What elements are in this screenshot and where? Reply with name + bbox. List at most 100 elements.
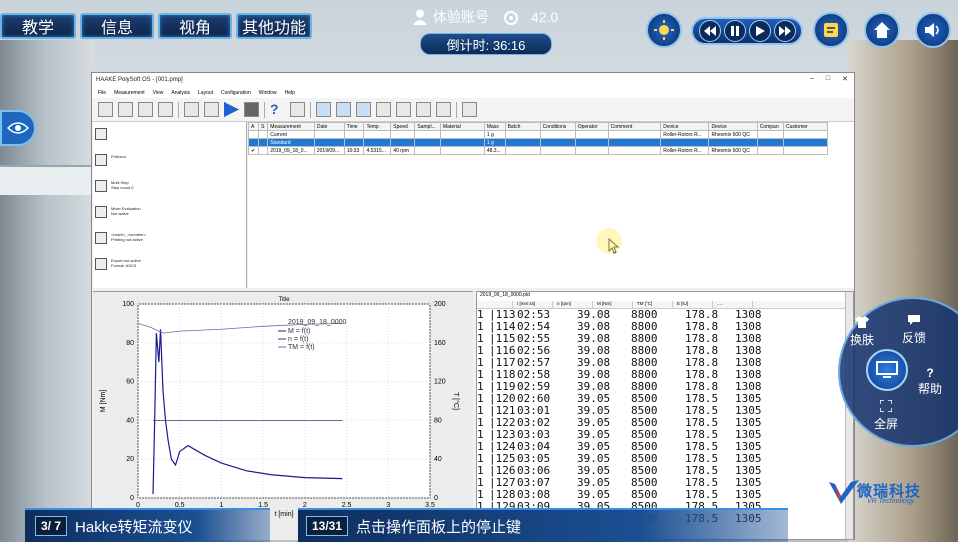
view-1-icon[interactable] — [316, 102, 331, 117]
nav-view-button[interactable]: 视角 — [158, 13, 232, 39]
light-button[interactable] — [646, 12, 682, 48]
workflow-item[interactable]: <batch>_<number> Printing not active — [93, 232, 246, 258]
mixer-icon[interactable] — [204, 102, 219, 117]
column-header[interactable]: Customer — [783, 122, 828, 131]
column-header[interactable]: S — [258, 122, 269, 131]
table-cell: Roller-Rotors R... — [660, 146, 710, 155]
column-header[interactable]: Device — [660, 122, 710, 131]
column-header[interactable]: Mass — [483, 122, 506, 131]
table-cell: 40 rpm — [390, 146, 416, 155]
new-file-icon[interactable] — [98, 102, 113, 117]
note-icon — [824, 23, 838, 37]
view-6-icon[interactable] — [416, 102, 431, 117]
column-header[interactable]: Material — [440, 122, 485, 131]
stop-icon[interactable] — [244, 102, 259, 117]
minimize-button[interactable]: – — [810, 75, 814, 83]
close-button[interactable]: ✕ — [842, 75, 848, 83]
column-header[interactable]: Compan — [756, 122, 785, 131]
screen-toggle-button[interactable] — [866, 349, 908, 391]
table-cell: 4.5315... — [363, 146, 392, 155]
table-cell: 1 g — [483, 138, 506, 147]
table-cell — [574, 138, 609, 147]
nav-info-button[interactable]: 信息 — [80, 13, 154, 39]
play-button[interactable] — [748, 20, 771, 42]
table-cell — [756, 130, 785, 139]
workflow-item[interactable]: Export not active Format: ASCII — [93, 258, 246, 284]
menu-help[interactable]: Help — [285, 90, 295, 96]
notes-button[interactable] — [813, 12, 849, 48]
fullscreen-button[interactable]: 全屏 — [866, 399, 906, 432]
menu-file[interactable]: File — [98, 90, 106, 96]
column-header[interactable]: Conditions — [539, 122, 576, 131]
table-cell — [504, 138, 541, 147]
start-icon[interactable] — [224, 102, 239, 117]
menu-layout[interactable]: Layout — [198, 90, 213, 96]
view-4-icon[interactable] — [376, 102, 391, 117]
y2-tick-label: 80 — [434, 417, 442, 424]
data-column-header[interactable]: TM [°C] — [633, 301, 673, 308]
workflow-item[interactable]: Mixer Evaluation Not active — [93, 206, 246, 232]
rewind-icon — [703, 26, 716, 36]
data-column-header[interactable]: n [rpm] — [553, 301, 593, 308]
nav-more-button[interactable]: 其他功能 — [236, 13, 312, 39]
view-5-icon[interactable] — [396, 102, 411, 117]
menu-analysis[interactable]: Analysis — [171, 90, 190, 96]
column-header[interactable]: Temp — [363, 122, 392, 131]
print-icon[interactable] — [158, 102, 173, 117]
view-3-icon[interactable] — [356, 102, 371, 117]
column-header[interactable]: Speed — [390, 122, 416, 131]
open-file-icon[interactable] — [118, 102, 133, 117]
column-header[interactable]: Device — [708, 122, 758, 131]
table-row[interactable]: ✔ 2019_09_18_0... 2019/09... 10:33 4.5315...… — [247, 146, 828, 155]
workflow-item[interactable]: Multi Step Step count 0 — [93, 180, 246, 206]
workflow-item[interactable] — [93, 128, 246, 154]
table-cell: 10:33 — [343, 146, 365, 155]
skin-button[interactable]: 换肤 — [842, 316, 882, 348]
y2-tick-label: 120 — [434, 379, 446, 386]
column-header[interactable]: Date — [313, 122, 345, 131]
save-icon[interactable] — [138, 102, 153, 117]
view-toggle-button[interactable] — [0, 110, 36, 146]
volume-icon — [925, 23, 939, 37]
column-header[interactable]: A — [247, 122, 260, 131]
workflow-item[interactable]: Protocol — [93, 154, 246, 180]
view-7-icon[interactable] — [436, 102, 451, 117]
brand-logo: 微瑞科技 VR Technology — [827, 478, 957, 512]
rewind-button[interactable] — [698, 20, 721, 42]
data-column-header[interactable]: t [mm:ss] — [513, 301, 553, 308]
y-tick-label: 40 — [126, 417, 134, 424]
feedback-button[interactable]: 反馈 — [894, 314, 934, 346]
volume-button[interactable] — [915, 12, 951, 48]
help-button[interactable]: ? 帮助 — [910, 366, 950, 397]
layout-icon[interactable] — [290, 102, 305, 117]
help-icon[interactable]: ? — [270, 102, 285, 117]
column-header[interactable]: Sampl... — [414, 122, 441, 131]
table-cell — [414, 130, 441, 139]
column-header[interactable]: Measurement — [267, 122, 315, 131]
menu-view[interactable]: View — [153, 90, 164, 96]
data-column-header[interactable]: E [kJ] — [673, 301, 713, 308]
column-header[interactable]: Batch — [504, 122, 541, 131]
calculator-icon[interactable] — [462, 102, 477, 117]
column-header[interactable]: Comment — [607, 122, 662, 131]
device-icon[interactable] — [184, 102, 199, 117]
pause-button[interactable] — [723, 20, 746, 42]
data-column-header[interactable]: M [Nm] — [593, 301, 633, 308]
fast-forward-button[interactable] — [773, 20, 796, 42]
table-row[interactable]: Standard 1 g — [247, 138, 828, 147]
menu-window[interactable]: Window — [259, 90, 277, 96]
data-list-panel: 2019_09_18_0000.pld t [mm:ss] n [rpm] M [N… — [476, 291, 854, 540]
column-header[interactable]: Operator — [574, 122, 609, 131]
home-button[interactable] — [864, 12, 900, 48]
view-2-icon[interactable] — [336, 102, 351, 117]
table-cell — [504, 130, 541, 139]
maximize-button[interactable]: □ — [826, 75, 830, 83]
nav-teaching-button[interactable]: 教学 — [0, 13, 76, 39]
table-row[interactable]: Current 1 g Roller-Rotors R... Rheomix 600 … — [247, 130, 828, 139]
table-cell — [504, 146, 541, 155]
column-header[interactable]: Time — [343, 122, 365, 131]
table-cell: Rheomix 600 QC — [708, 146, 758, 155]
menu-configuration[interactable]: Configuration — [221, 90, 251, 96]
window-titlebar: HAAKE PolySoft OS - [001.pmp] – □ ✕ — [92, 73, 854, 87]
menu-measurement[interactable]: Measurement — [114, 90, 145, 96]
